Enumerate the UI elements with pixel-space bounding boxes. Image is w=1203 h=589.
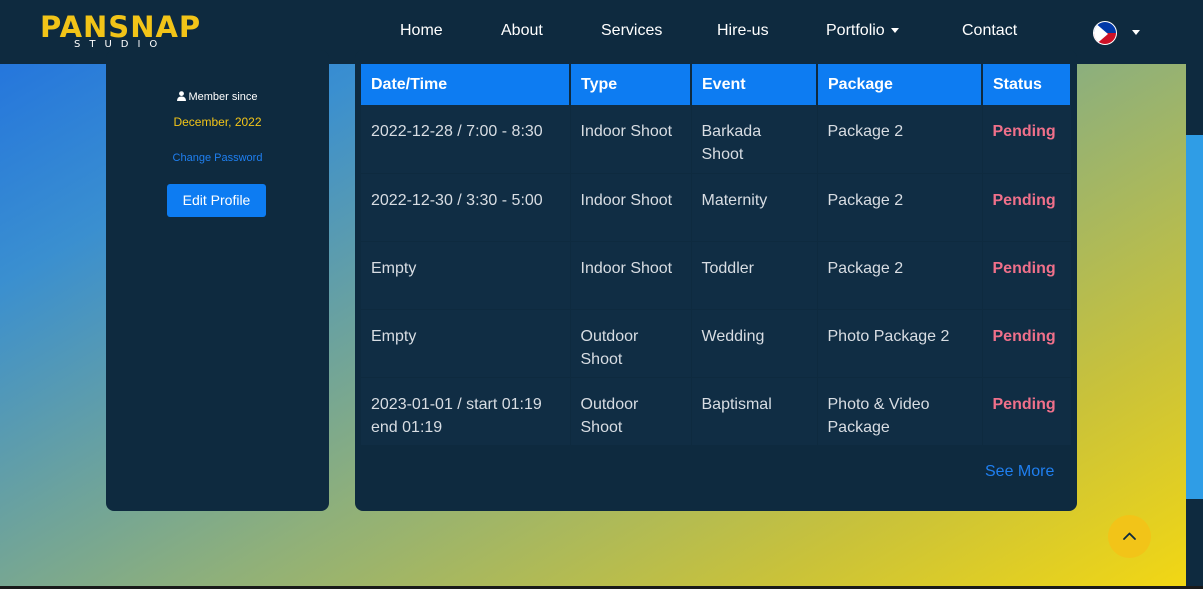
scroll-to-top-button[interactable] [1108, 515, 1151, 558]
cell-type: Indoor Shoot [570, 241, 692, 310]
member-since: Member since [106, 91, 329, 103]
cell-datetime: Empty [361, 309, 571, 378]
cell-package: Photo & Video Package [817, 377, 983, 446]
table-row: 2022-12-30 / 3:30 - 5:00 Indoor Shoot Ma… [361, 173, 1072, 242]
cell-status: Pending [982, 377, 1072, 446]
cell-package: Package 2 [817, 105, 983, 174]
column-header-datetime: Date/Time [361, 64, 571, 105]
member-since-label: Member since [188, 91, 258, 103]
column-header-type: Type [570, 64, 692, 105]
cell-package: Package 2 [817, 173, 983, 242]
brand-logo[interactable]: PANSNAP STUDIO [40, 10, 202, 50]
nav-hire-us-link[interactable]: Hire-us [717, 22, 769, 40]
table-row: 2023-01-01 / start 01:19 end 01:19 Outdo… [361, 377, 1072, 446]
nav-portfolio-dropdown[interactable]: Portfolio [826, 22, 899, 40]
cell-datetime: Empty [361, 241, 571, 310]
cell-type: Indoor Shoot [570, 105, 692, 174]
scrollbar-thumb[interactable] [1186, 135, 1203, 499]
cell-status: Pending [982, 241, 1072, 310]
nav-portfolio-label: Portfolio [826, 22, 885, 39]
bookings-table: Date/Time Type Event Package Status 2022… [361, 64, 1072, 446]
cell-event: Barkada Shoot [691, 105, 818, 174]
cell-status: Pending [982, 309, 1072, 378]
cell-event: Toddler [691, 241, 818, 310]
language-caret-down-icon[interactable] [1132, 30, 1140, 35]
cell-type: Indoor Shoot [570, 173, 692, 242]
user-icon [177, 91, 187, 101]
profile-card: Member since December, 2022 Change Passw… [106, 50, 329, 511]
philippines-flag-icon[interactable] [1093, 21, 1117, 45]
table-header-row: Date/Time Type Event Package Status [361, 64, 1072, 105]
member-since-date: December, 2022 [173, 115, 262, 129]
nav-home-link[interactable]: Home [400, 22, 443, 40]
column-header-package: Package [817, 64, 983, 105]
cell-status: Pending [982, 105, 1072, 174]
column-header-status: Status [982, 64, 1072, 105]
cell-package: Photo Package 2 [817, 309, 983, 378]
bookings-card: Date/Time Type Event Package Status 2022… [355, 50, 1077, 511]
cell-datetime: 2022-12-28 / 7:00 - 8:30 [361, 105, 571, 174]
cell-status: Pending [982, 173, 1072, 242]
cell-datetime: 2022-12-30 / 3:30 - 5:00 [361, 173, 571, 242]
column-header-event: Event [691, 64, 818, 105]
cell-event: Wedding [691, 309, 818, 378]
cell-event: Maternity [691, 173, 818, 242]
brand-name: PANSNAP [40, 10, 202, 44]
cell-event: Baptismal [691, 377, 818, 446]
table-row: Empty Indoor Shoot Toddler Package 2 Pen… [361, 241, 1072, 310]
nav-about-link[interactable]: About [501, 22, 543, 40]
edit-profile-button[interactable]: Edit Profile [167, 184, 266, 217]
caret-down-icon [890, 28, 899, 34]
table-row: Empty Outdoor Shoot Wedding Photo Packag… [361, 309, 1072, 378]
cell-type: Outdoor Shoot [570, 377, 692, 446]
cell-datetime: 2023-01-01 / start 01:19 end 01:19 [361, 377, 571, 446]
see-more-link[interactable]: See More [985, 463, 1054, 481]
nav-services-link[interactable]: Services [601, 22, 662, 40]
chevron-up-icon [1123, 532, 1136, 540]
table-row: 2022-12-28 / 7:00 - 8:30 Indoor Shoot Ba… [361, 105, 1072, 174]
nav-contact-link[interactable]: Contact [962, 22, 1017, 40]
cell-type: Outdoor Shoot [570, 309, 692, 378]
cell-package: Package 2 [817, 241, 983, 310]
change-password-link[interactable]: Change Password [106, 152, 329, 164]
